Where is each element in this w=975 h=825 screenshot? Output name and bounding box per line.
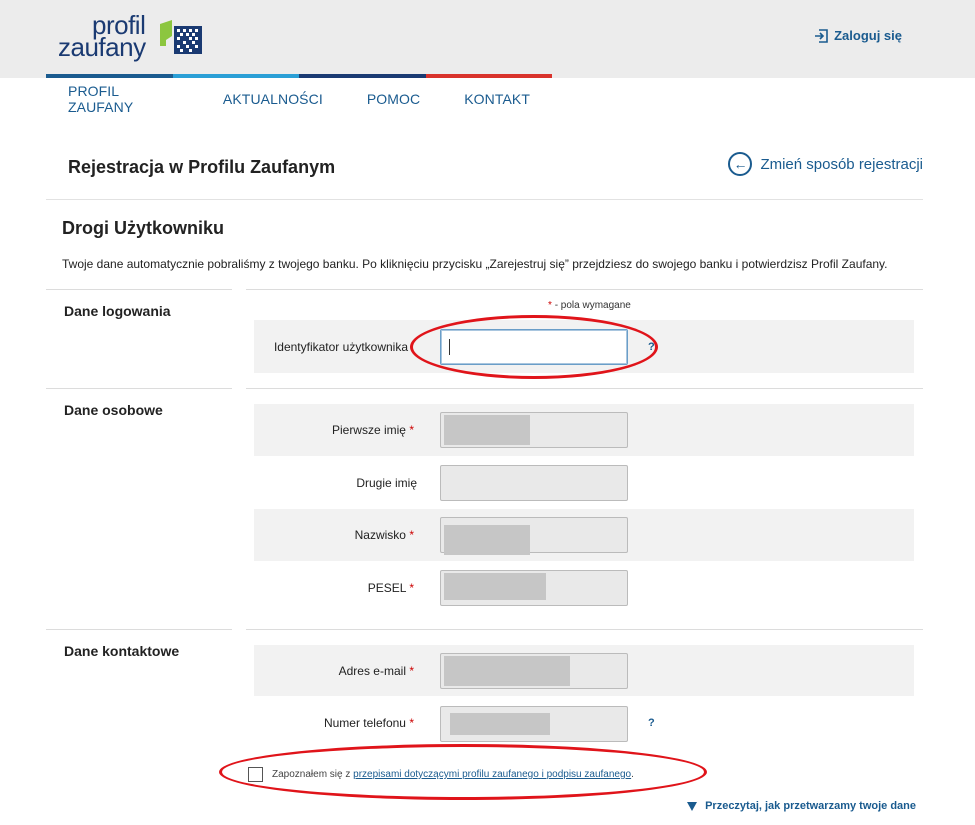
section-divider (46, 629, 232, 630)
logo-line-2: zaufany (58, 32, 146, 62)
required-star: * (409, 528, 414, 542)
required-star: * (409, 581, 414, 595)
required-star: * (409, 716, 414, 730)
section-title-personal: Dane osobowe (64, 402, 163, 418)
redacted-value (444, 415, 530, 445)
consent-regulations-link[interactable]: przepisami dotyczącymi profilu zaufanego… (353, 769, 631, 780)
page-header: Rejestracja w Profilu Zaufanym ← Zmień s… (46, 145, 923, 200)
username-input[interactable] (440, 329, 628, 365)
required-star: * (409, 664, 414, 678)
phone-row: Numer telefonu * ? (254, 696, 914, 750)
nav-item-aktualnosci[interactable]: AKTUALNOŚCI (223, 91, 323, 107)
email-label-text: Adres e-mail (338, 664, 406, 678)
username-label: Identyfikator użytkownika (273, 340, 408, 354)
consent-suffix: . (631, 769, 634, 780)
profil-zaufany-logo[interactable]: profil zaufany (58, 12, 208, 62)
logo-text: profil zaufany (58, 12, 146, 62)
redacted-value (444, 656, 570, 686)
email-label: Adres e-mail * (339, 664, 414, 678)
change-registration-label: Zmień sposób rejestracji (760, 155, 923, 173)
change-registration-method-link[interactable]: ← Zmień sposób rejestracji (728, 152, 923, 176)
second-name-input[interactable] (440, 465, 628, 501)
required-star: * (409, 423, 414, 437)
required-star: * (548, 300, 552, 311)
login-button[interactable]: Zaloguj się (814, 28, 902, 43)
intro-text: Twoje dane automatycznie pobraliśmy z tw… (62, 257, 888, 271)
logo-mark-icon (160, 20, 202, 54)
nav-item-profil-zaufany[interactable]: PROFIL ZAUFANY (68, 83, 179, 115)
phone-label-text: Numer telefonu (323, 716, 406, 730)
section-divider (46, 388, 232, 389)
data-processing-label: Przeczytaj, jak przetwarzamy twoje dane (705, 800, 916, 812)
surname-label: Nazwisko * (355, 528, 414, 542)
surname-label-text: Nazwisko (354, 528, 406, 542)
login-icon (815, 28, 828, 43)
second-name-row: Drugie imię (254, 456, 914, 509)
redacted-value (444, 525, 530, 555)
section-title-login: Dane logowania (64, 303, 171, 319)
email-row: Adres e-mail * (254, 645, 914, 696)
greeting-heading: Drogi Użytkowniku (62, 218, 225, 238)
consent-checkbox[interactable] (248, 767, 263, 782)
required-fields-note: * - pola wymagane (548, 300, 631, 311)
consent-text: Zapoznałem się z przepisami dotyczącymi … (272, 769, 634, 780)
first-name-label-text: Pierwsze imię (331, 423, 406, 437)
phone-help-icon[interactable]: ? (648, 717, 655, 729)
login-label: Zaloguj się (834, 28, 902, 43)
email-input[interactable] (440, 653, 628, 689)
section-divider (246, 388, 923, 389)
main-nav: PROFIL ZAUFANY AKTUALNOŚCI POMOC KONTAKT (46, 78, 552, 120)
pesel-input[interactable] (440, 570, 628, 606)
first-name-label: Pierwsze imię * (332, 423, 414, 437)
username-help-icon[interactable]: ? (648, 341, 655, 353)
required-note-text: - pola wymagane (554, 300, 631, 311)
pesel-label-text: PESEL (367, 581, 406, 595)
text-caret (449, 339, 450, 355)
surname-row: Nazwisko * (254, 509, 914, 561)
page-title: Rejestracja w Profilu Zaufanym (68, 157, 336, 177)
redacted-value (444, 573, 546, 600)
data-processing-toggle[interactable]: Przeczytaj, jak przetwarzamy twoje dane (687, 800, 916, 812)
section-title-contact: Dane kontaktowe (64, 643, 180, 659)
section-divider (246, 629, 923, 630)
section-divider (246, 289, 923, 290)
top-bar: profil zaufany Zaloguj się (0, 0, 975, 78)
pesel-row: PESEL * (254, 561, 914, 613)
nav-item-pomoc[interactable]: POMOC (367, 91, 420, 107)
redacted-value (450, 713, 550, 735)
first-name-input[interactable] (440, 412, 628, 448)
username-row: Identyfikator użytkownika ? (254, 320, 914, 373)
second-name-label: Drugie imię (356, 476, 417, 490)
phone-label: Numer telefonu * (324, 716, 414, 730)
back-arrow-icon: ← (728, 152, 753, 176)
section-divider (46, 289, 232, 290)
phone-input[interactable] (440, 706, 628, 742)
pesel-label: PESEL * (368, 581, 414, 595)
nav-item-kontakt[interactable]: KONTAKT (464, 91, 530, 107)
consent-row: Zapoznałem się z przepisami dotyczącymi … (248, 767, 634, 782)
surname-input[interactable] (440, 517, 628, 555)
consent-prefix: Zapoznałem się z (272, 769, 351, 780)
triangle-down-icon (687, 801, 698, 811)
first-name-row: Pierwsze imię * (254, 404, 914, 456)
